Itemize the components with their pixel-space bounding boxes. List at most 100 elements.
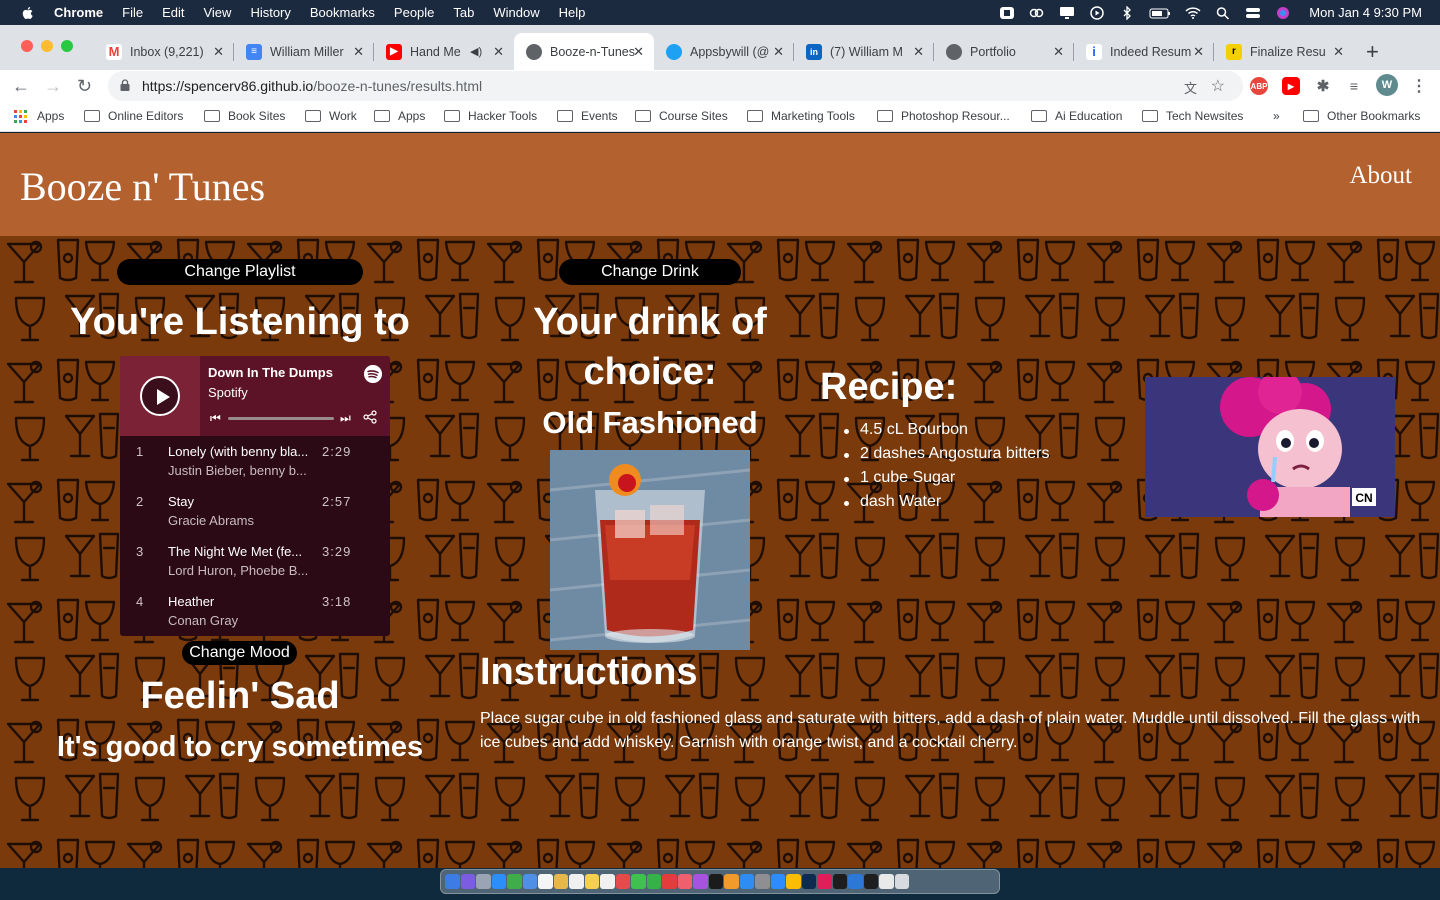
bookmark-folder-apps[interactable]: Apps	[374, 109, 425, 123]
siri-icon[interactable]	[1275, 6, 1291, 20]
finder-icon[interactable]	[445, 874, 460, 889]
chrome-dock-icon[interactable]	[786, 874, 801, 889]
bookmark-apps[interactable]: Apps	[14, 109, 64, 123]
close-tab-icon[interactable]: ✕	[1333, 44, 1344, 60]
bookmark-folder-photoshop-resources[interactable]: Photoshop Resour...	[877, 109, 1010, 123]
facetime-icon[interactable]	[631, 874, 646, 889]
photoshop-icon[interactable]	[801, 874, 816, 889]
forward-button[interactable]: →	[44, 76, 62, 97]
address-bar[interactable]: https://spencerv86.github.io/booze-n-tun…	[108, 71, 1243, 101]
tab-finalize-resume[interactable]: r Finalize Resu ✕	[1214, 33, 1354, 70]
track-row[interactable]: 2 Stay Gracie Abrams 2:57	[120, 486, 390, 536]
photos-icon[interactable]	[553, 874, 568, 889]
spotify-logo-icon[interactable]	[364, 365, 382, 383]
safari-icon[interactable]	[491, 874, 506, 889]
close-tab-icon[interactable]: ✕	[1193, 44, 1204, 60]
bookmark-folder-ai-education[interactable]: Ai Education	[1031, 109, 1122, 123]
menu-view[interactable]: View	[203, 5, 231, 20]
change-mood-button[interactable]: Change Mood	[182, 641, 297, 665]
podcasts-icon[interactable]	[693, 874, 708, 889]
tab-appsbywill[interactable]: Appsbywill (@ ✕	[654, 33, 794, 70]
change-playlist-button[interactable]: Change Playlist	[117, 259, 363, 285]
launchpad-icon[interactable]	[476, 874, 491, 889]
bookmark-folder-course-sites[interactable]: Course Sites	[635, 109, 728, 123]
reload-button[interactable]: ↻	[77, 76, 92, 97]
trash-icon[interactable]	[894, 874, 909, 889]
site-title[interactable]: Booze n' Tunes	[20, 163, 265, 210]
about-link[interactable]: About	[1350, 162, 1413, 190]
tv-icon[interactable]	[708, 874, 723, 889]
speaker-icon[interactable]: ◀)	[470, 45, 482, 58]
bluetooth-icon[interactable]	[1119, 5, 1135, 20]
lock-icon[interactable]	[120, 79, 130, 91]
menu-people[interactable]: People	[394, 5, 434, 20]
tab-indeed-resume[interactable]: i Indeed Resum ✕	[1074, 33, 1214, 70]
profile-avatar[interactable]: W	[1376, 74, 1398, 96]
downloads-folder-icon[interactable]	[879, 874, 894, 889]
bookmark-folder-book-sites[interactable]: Book Sites	[204, 109, 285, 123]
music-icon[interactable]	[677, 874, 692, 889]
apple-icon[interactable]	[20, 5, 36, 21]
close-tab-icon[interactable]: ✕	[493, 44, 504, 60]
wifi-icon[interactable]	[1185, 6, 1201, 20]
messages-icon[interactable]	[507, 874, 522, 889]
books-icon[interactable]	[724, 874, 739, 889]
bookmark-folder-tech-newsites[interactable]: Tech Newsites	[1142, 109, 1243, 123]
bookmark-folder-online-editors[interactable]: Online Editors	[84, 109, 183, 123]
track-row[interactable]: 1 Lonely (with benny bla... Justin Biebe…	[120, 436, 390, 486]
menu-history[interactable]: History	[250, 5, 290, 20]
zoom-icon[interactable]	[770, 874, 785, 889]
tab-linkedin[interactable]: in (7) William M ✕	[794, 33, 934, 70]
vscode-icon[interactable]	[848, 874, 863, 889]
close-tab-icon[interactable]: ✕	[353, 44, 364, 60]
youtube-extension-icon[interactable]: ▶	[1282, 77, 1300, 95]
new-tab-button[interactable]: +	[1366, 39, 1379, 65]
reminders-icon[interactable]	[600, 874, 615, 889]
chrome-menu-icon[interactable]: ⋮	[1410, 77, 1428, 95]
tab-inbox[interactable]: M Inbox (9,221) ✕	[94, 33, 234, 70]
change-drink-button[interactable]: Change Drink	[559, 259, 741, 285]
tab-william-miller-doc[interactable]: ≡ William Miller ✕	[234, 33, 374, 70]
translate-icon[interactable]: 文	[1184, 78, 1197, 97]
slack-icon[interactable]	[817, 874, 832, 889]
bookmark-folder-events[interactable]: Events	[557, 109, 618, 123]
adblock-icon[interactable]: ABP	[1250, 77, 1268, 95]
next-track-icon[interactable]: ⏭	[340, 411, 351, 426]
screen-record-icon[interactable]	[999, 6, 1015, 20]
tab-booze-n-tunes[interactable]: Booze-n-Tunes ✕	[514, 33, 654, 70]
close-tab-icon[interactable]: ✕	[633, 44, 644, 60]
creative-cloud-icon[interactable]	[1029, 6, 1045, 20]
notes-icon[interactable]	[584, 874, 599, 889]
previous-track-icon[interactable]: ⏮	[210, 411, 221, 426]
photo-booth-icon[interactable]	[615, 874, 630, 889]
xcode-icon[interactable]	[863, 874, 878, 889]
bookmark-folder-work[interactable]: Work	[305, 109, 357, 123]
mail-icon[interactable]	[522, 874, 537, 889]
url-text[interactable]: https://spencerv86.github.io/booze-n-tun…	[142, 78, 482, 94]
bookmark-star-icon[interactable]: ☆	[1211, 76, 1225, 96]
track-row[interactable]: 4 Heather Conan Gray 3:18	[120, 586, 390, 636]
progress-bar[interactable]	[228, 417, 334, 420]
calendar-icon[interactable]	[569, 874, 584, 889]
terminal-icon[interactable]	[832, 874, 847, 889]
zoom-window-button[interactable]	[61, 40, 73, 52]
bookmarks-overflow-button[interactable]: »	[1273, 109, 1280, 123]
menu-tab[interactable]: Tab	[453, 5, 474, 20]
menu-edit[interactable]: Edit	[162, 5, 184, 20]
menu-help[interactable]: Help	[559, 5, 586, 20]
tab-hand-me[interactable]: ▶ Hand Me ◀) ✕	[374, 33, 514, 70]
media-queue-icon[interactable]: ≡	[1345, 77, 1363, 95]
close-window-button[interactable]	[21, 40, 33, 52]
close-tab-icon[interactable]: ✕	[773, 44, 784, 60]
control-center-icon[interactable]	[1245, 6, 1261, 20]
bookmark-folder-hacker-tools[interactable]: Hacker Tools	[444, 109, 537, 123]
spotlight-search-icon[interactable]	[1215, 6, 1231, 20]
spotify-embed-player[interactable]: Down In The Dumps Spotify ⏮ ⏭ 1 Lonely (…	[120, 356, 390, 636]
back-button[interactable]: ←	[12, 76, 30, 97]
menu-clock[interactable]: Mon Jan 4 9:30 PM	[1309, 5, 1422, 20]
play-circle-icon[interactable]	[1089, 5, 1105, 20]
bookmark-folder-other-bookmarks[interactable]: Other Bookmarks	[1303, 109, 1420, 123]
app-store-icon[interactable]	[739, 874, 754, 889]
extensions-puzzle-icon[interactable]: ✱	[1314, 77, 1332, 95]
bookmark-folder-marketing-tools[interactable]: Marketing Tools	[747, 109, 855, 123]
